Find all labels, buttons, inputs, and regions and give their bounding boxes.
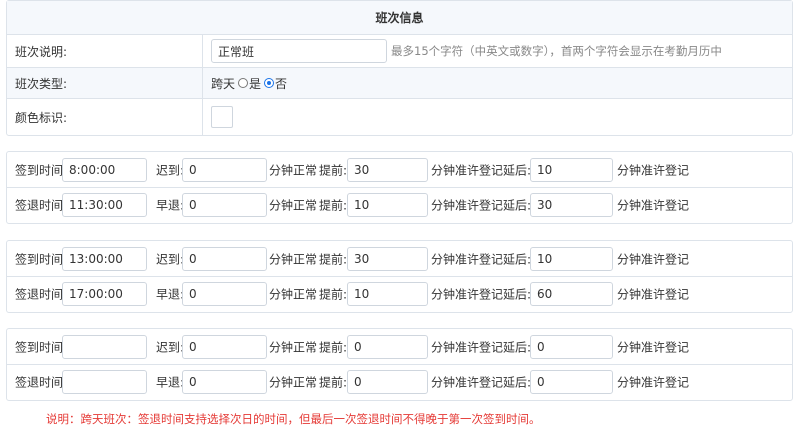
late-label: 迟到: <box>156 252 185 266</box>
overnight-no-label[interactable]: 否 <box>275 75 287 92</box>
time-group-3: 签到时间: 迟到: 分钟正常 提前: 分钟准许登记 延后: 分钟准许登记 签退时… <box>6 328 793 401</box>
shift-name-row: 班次说明: 最多15个字符（中英文或数字），首两个字符会显示在考勤月历中 <box>7 35 792 68</box>
unit-allow: 分钟准许登记 <box>617 287 690 301</box>
shift-name-input[interactable] <box>211 39 387 63</box>
after-label: 延后: <box>503 198 532 212</box>
radio-yes-icon[interactable] <box>238 78 249 88</box>
unit-allow: 分钟准许登记 <box>617 252 690 266</box>
shift-color-row: 颜色标识: <box>7 99 792 135</box>
checkout-row: 签退时间: 早退: 分钟正常 提前: 分钟准许登记 延后: 分钟准许登记 <box>7 276 792 311</box>
checkout-time-input[interactable] <box>62 281 147 306</box>
checkin-time-label: 签到时间: <box>15 252 68 266</box>
radio-no-icon[interactable] <box>264 78 275 88</box>
unit-allow: 分钟准许登记 <box>617 375 690 389</box>
unit-allow: 分钟准许登记 <box>617 340 690 354</box>
before-minutes-input[interactable] <box>347 157 428 182</box>
checkout-time-input[interactable] <box>62 192 147 217</box>
unit-normal: 分钟正常 <box>269 375 318 389</box>
checkout-time-label: 签退时间: <box>15 198 68 212</box>
checkout-row: 签退时间: 早退: 分钟正常 提前: 分钟准许登记 延后: 分钟准许登记 <box>7 364 792 399</box>
late-minutes-input[interactable] <box>182 246 267 271</box>
overnight-no-option[interactable]: 否 <box>264 75 287 92</box>
early-minutes-input[interactable] <box>182 192 267 217</box>
checkout-time-label: 签退时间: <box>15 375 68 389</box>
late-minutes-input[interactable] <box>182 157 267 182</box>
shift-type-label: 班次类型: <box>7 68 203 98</box>
after-minutes-input[interactable] <box>530 157 613 182</box>
after-label: 延后: <box>503 287 532 301</box>
before-label: 提前: <box>319 375 348 389</box>
before-minutes-input[interactable] <box>347 334 428 359</box>
early-label: 早退: <box>156 198 185 212</box>
before-minutes-input[interactable] <box>347 192 428 217</box>
early-label: 早退: <box>156 287 185 301</box>
late-label: 迟到: <box>156 163 185 177</box>
color-picker[interactable] <box>211 106 233 128</box>
unit-allow: 分钟准许登记 <box>617 163 690 177</box>
shift-info-table: 班次信息 班次说明: 最多15个字符（中英文或数字），首两个字符会显示在考勤月历… <box>6 0 793 136</box>
late-minutes-input[interactable] <box>182 334 267 359</box>
after-minutes-input[interactable] <box>530 192 613 217</box>
checkin-time-input[interactable] <box>62 334 147 359</box>
after-label: 延后: <box>503 252 532 266</box>
checkin-time-input[interactable] <box>62 157 147 182</box>
checkin-time-label: 签到时间: <box>15 340 68 354</box>
unit-allow: 分钟准许登记 <box>431 340 504 354</box>
shift-type-row: 班次类型: 跨天 是 否 <box>7 68 792 99</box>
unit-allow: 分钟准许登记 <box>431 198 504 212</box>
unit-allow: 分钟准许登记 <box>431 375 504 389</box>
before-label: 提前: <box>319 287 348 301</box>
checkout-time-input[interactable] <box>62 369 147 394</box>
unit-normal: 分钟正常 <box>269 198 318 212</box>
after-minutes-input[interactable] <box>530 246 613 271</box>
unit-allow: 分钟准许登记 <box>617 198 690 212</box>
before-minutes-input[interactable] <box>347 281 428 306</box>
checkin-row: 签到时间: 迟到: 分钟正常 提前: 分钟准许登记 延后: 分钟准许登记 <box>7 329 792 365</box>
checkin-time-label: 签到时间: <box>15 163 68 177</box>
unit-normal: 分钟正常 <box>269 340 318 354</box>
early-minutes-input[interactable] <box>182 369 267 394</box>
shift-name-label: 班次说明: <box>7 35 203 67</box>
checkout-row: 签退时间: 早退: 分钟正常 提前: 分钟准许登记 延后: 分钟准许登记 <box>7 187 792 222</box>
time-group-2: 签到时间: 迟到: 分钟正常 提前: 分钟准许登记 延后: 分钟准许登记 签退时… <box>6 240 793 313</box>
before-label: 提前: <box>319 198 348 212</box>
before-label: 提前: <box>319 340 348 354</box>
early-label: 早退: <box>156 375 185 389</box>
after-label: 延后: <box>503 163 532 177</box>
checkin-row: 签到时间: 迟到: 分钟正常 提前: 分钟准许登记 延后: 分钟准许登记 <box>7 241 792 277</box>
overnight-note: 说明：跨天班次：签退时间支持选择次日的时间，但最后一次签退时间不得晚于第一次签到… <box>46 412 541 426</box>
overnight-label: 跨天 <box>211 76 236 91</box>
overnight-yes-option[interactable]: 是 <box>238 75 261 92</box>
overnight-yes-label[interactable]: 是 <box>249 75 261 92</box>
checkin-time-input[interactable] <box>62 246 147 271</box>
unit-allow: 分钟准许登记 <box>431 163 504 177</box>
after-minutes-input[interactable] <box>530 281 613 306</box>
early-minutes-input[interactable] <box>182 281 267 306</box>
before-minutes-input[interactable] <box>347 369 428 394</box>
unit-normal: 分钟正常 <box>269 287 318 301</box>
after-label: 延后: <box>503 340 532 354</box>
shift-info-title: 班次信息 <box>7 1 792 35</box>
shift-color-label: 颜色标识: <box>7 99 203 135</box>
after-minutes-input[interactable] <box>530 334 613 359</box>
time-group-1: 签到时间: 迟到: 分钟正常 提前: 分钟准许登记 延后: 分钟准许登记 签退时… <box>6 151 793 224</box>
checkout-time-label: 签退时间: <box>15 287 68 301</box>
unit-allow: 分钟准许登记 <box>431 252 504 266</box>
shift-name-hint: 最多15个字符（中英文或数字），首两个字符会显示在考勤月历中 <box>391 44 722 58</box>
late-label: 迟到: <box>156 340 185 354</box>
before-label: 提前: <box>319 252 348 266</box>
unit-normal: 分钟正常 <box>269 163 318 177</box>
unit-allow: 分钟准许登记 <box>431 287 504 301</box>
checkin-row: 签到时间: 迟到: 分钟正常 提前: 分钟准许登记 延后: 分钟准许登记 <box>7 152 792 188</box>
before-minutes-input[interactable] <box>347 246 428 271</box>
before-label: 提前: <box>319 163 348 177</box>
unit-normal: 分钟正常 <box>269 252 318 266</box>
after-label: 延后: <box>503 375 532 389</box>
after-minutes-input[interactable] <box>530 369 613 394</box>
